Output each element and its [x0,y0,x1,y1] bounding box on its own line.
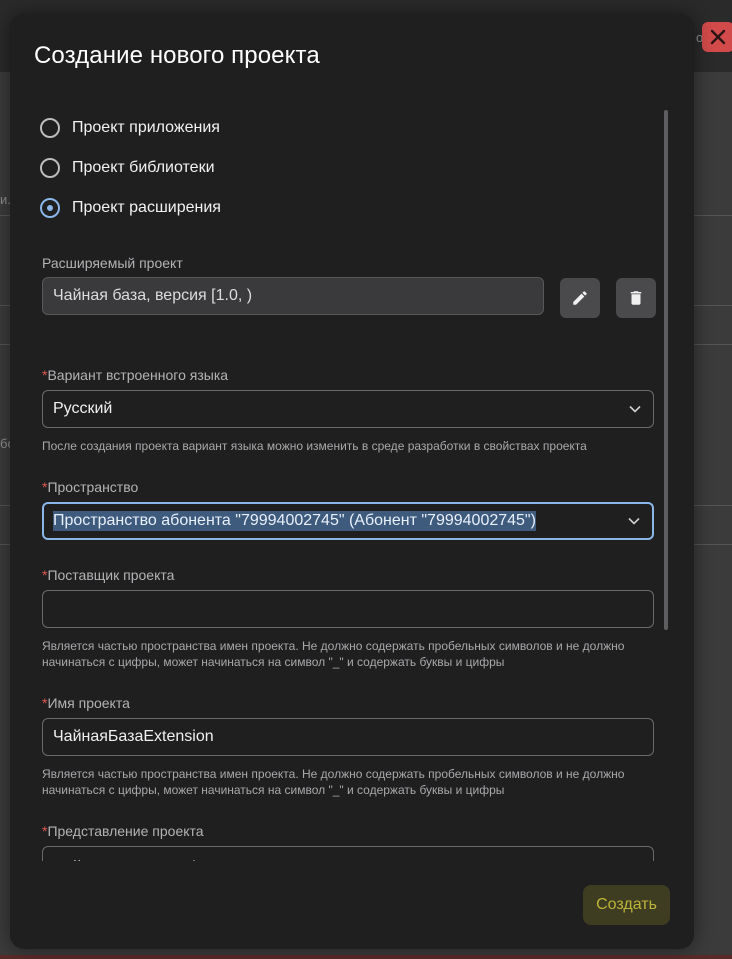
language-hint: После создания проекта вариант языка мож… [42,439,587,453]
presentation-input[interactable] [53,859,653,861]
vendor-label-text: Поставщик проекта [47,567,175,583]
space-label: *Пространство [42,479,138,495]
radio-extension-project[interactable]: Проект расширения [40,195,221,221]
trash-icon [630,291,642,305]
space-select[interactable]: Пространство абонента "79994002745" (Або… [42,502,654,540]
language-label: *Вариант встроенного языка [42,367,228,383]
radio-label: Проект библиотеки [72,159,215,176]
extended-project-label: Расширяемый проект [42,255,183,271]
radio-button[interactable] [40,158,60,178]
vendor-hint: Является частью пространства имен проект… [42,639,625,669]
dialog-title: Создание нового проекта [34,42,320,69]
project-name-label: *Имя проекта [42,695,130,711]
space-label-text: Пространство [47,479,139,495]
project-name-field[interactable] [42,718,654,756]
radio-label: Проект расширения [72,199,221,216]
radio-button[interactable] [40,118,60,138]
language-value: Русский [53,400,113,417]
scrollbar-thumb[interactable] [664,110,668,630]
radio-app-project[interactable]: Проект приложения [40,115,220,141]
delete-extended-project-button[interactable] [616,278,656,318]
vendor-label: *Поставщик проекта [42,567,174,583]
project-name-label-text: Имя проекта [47,695,130,711]
presentation-clip [10,846,694,861]
presentation-field[interactable] [42,846,654,861]
project-name-input[interactable] [53,728,653,746]
language-select[interactable]: Русский [42,390,654,428]
language-label-text: Вариант встроенного языка [47,367,229,383]
extended-project-value: Чайная база, версия [1.0, ) [53,287,253,304]
radio-label: Проект приложения [72,119,220,136]
vendor-field[interactable] [42,590,654,628]
presentation-label: *Представление проекта [42,823,204,839]
close-button[interactable] [702,22,732,52]
radio-button-checked[interactable] [40,198,60,218]
chevron-down-icon [629,405,641,413]
pencil-icon [573,291,587,305]
create-button[interactable]: Создать [583,885,670,925]
close-icon [710,29,726,45]
extended-project-field: Чайная база, версия [1.0, ) [42,277,544,315]
radio-library-project[interactable]: Проект библиотеки [40,155,215,181]
create-project-dialog: Создание нового проекта Проект приложени… [10,14,694,949]
space-value: Пространство абонента "79994002745" (Або… [53,511,536,531]
background-bottom-strip [0,955,732,959]
presentation-label-text: Представление проекта [47,823,204,839]
chevron-down-icon [628,517,640,525]
project-name-hint: Является частью пространства имен проект… [42,767,625,797]
edit-extended-project-button[interactable] [560,278,600,318]
vendor-input[interactable] [53,600,653,618]
